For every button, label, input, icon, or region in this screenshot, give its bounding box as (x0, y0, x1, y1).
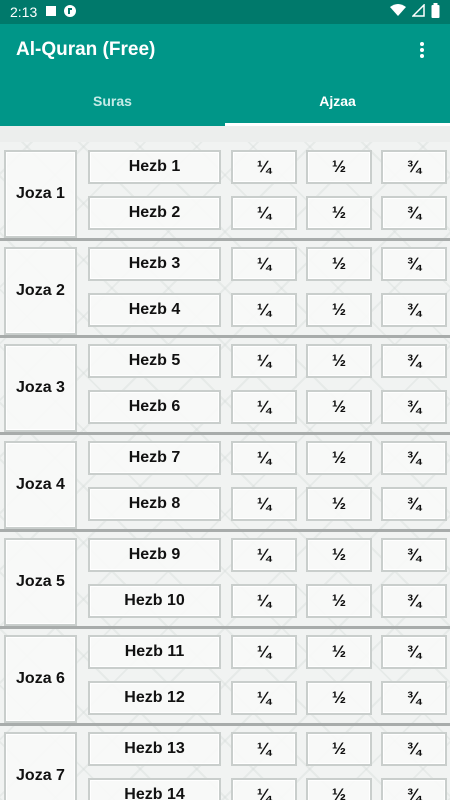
juz-button[interactable]: Joza 3 (4, 344, 77, 432)
hezb-button[interactable]: Hezb 6 (88, 390, 221, 424)
hezb-button[interactable]: Hezb 12 (88, 681, 221, 715)
app-bar: Al-Quran (Free) (0, 24, 450, 76)
hezb-button[interactable]: Hezb 1 (88, 150, 221, 184)
three-quarter-button[interactable]: ¾ (381, 681, 447, 715)
quarter-button[interactable]: ¼ (231, 441, 297, 475)
juz-button[interactable]: Joza 2 (4, 247, 77, 335)
three-quarter-button[interactable]: ¾ (381, 150, 447, 184)
tab-bar: Suras Ajzaa (0, 76, 450, 126)
quarter-button[interactable]: ¼ (231, 732, 297, 766)
half-button[interactable]: ½ (306, 584, 372, 618)
juz-block: Joza 4 Hezb 7 ¼ ½ ¾ Hezb 8 ¼ ½ ¾ (0, 435, 450, 529)
half-button[interactable]: ½ (306, 247, 372, 281)
juz-block: Joza 5 Hezb 9 ¼ ½ ¾ Hezb 10 ¼ ½ ¾ (0, 532, 450, 626)
quarter-button[interactable]: ¼ (231, 635, 297, 669)
hezb-button[interactable]: Hezb 13 (88, 732, 221, 766)
three-quarter-button[interactable]: ¾ (381, 196, 447, 230)
half-button[interactable]: ½ (306, 196, 372, 230)
half-button[interactable]: ½ (306, 635, 372, 669)
quarter-button[interactable]: ¼ (231, 584, 297, 618)
quarter-button[interactable]: ¼ (231, 778, 297, 800)
three-quarter-button[interactable]: ¾ (381, 538, 447, 572)
overflow-menu-icon[interactable] (410, 38, 434, 62)
juz-block: Joza 6 Hezb 11 ¼ ½ ¾ Hezb 12 ¼ ½ ¾ (0, 629, 450, 723)
status-time: 2:13 (10, 4, 38, 20)
juz-button[interactable]: Joza 1 (4, 150, 77, 238)
quarter-button[interactable]: ¼ (231, 293, 297, 327)
hezb-button[interactable]: Hezb 4 (88, 293, 221, 327)
hezb-button[interactable]: Hezb 3 (88, 247, 221, 281)
tab-suras[interactable]: Suras (0, 76, 225, 126)
hezb-button[interactable]: Hezb 8 (88, 487, 221, 521)
juz-button[interactable]: Joza 5 (4, 538, 77, 626)
hezb-button[interactable]: Hezb 2 (88, 196, 221, 230)
tab-ajzaa[interactable]: Ajzaa (225, 76, 450, 126)
juz-button[interactable]: Joza 6 (4, 635, 77, 723)
app-notification-icon (63, 4, 77, 21)
three-quarter-button[interactable]: ¾ (381, 635, 447, 669)
three-quarter-button[interactable]: ¾ (381, 344, 447, 378)
half-button[interactable]: ½ (306, 150, 372, 184)
hezb-button[interactable]: Hezb 14 (88, 778, 221, 800)
signal-icon (411, 3, 425, 20)
quarter-button[interactable]: ¼ (231, 247, 297, 281)
three-quarter-button[interactable]: ¾ (381, 293, 447, 327)
hezb-button[interactable]: Hezb 7 (88, 441, 221, 475)
notification-square-icon (45, 4, 57, 20)
quarter-button[interactable]: ¼ (231, 487, 297, 521)
half-button[interactable]: ½ (306, 732, 372, 766)
three-quarter-button[interactable]: ¾ (381, 390, 447, 424)
half-button[interactable]: ½ (306, 344, 372, 378)
half-button[interactable]: ½ (306, 441, 372, 475)
quarter-button[interactable]: ¼ (231, 681, 297, 715)
three-quarter-button[interactable]: ¾ (381, 487, 447, 521)
half-button[interactable]: ½ (306, 538, 372, 572)
ajzaa-list: Joza 1 Hezb 1 ¼ ½ ¾ Hezb 2 ¼ ½ ¾ Joza 2 … (0, 142, 450, 800)
three-quarter-button[interactable]: ¾ (381, 778, 447, 800)
hezb-button[interactable]: Hezb 9 (88, 538, 221, 572)
battery-icon (431, 3, 440, 21)
quarter-button[interactable]: ¼ (231, 344, 297, 378)
quarter-button[interactable]: ¼ (231, 196, 297, 230)
half-button[interactable]: ½ (306, 390, 372, 424)
half-button[interactable]: ½ (306, 293, 372, 327)
three-quarter-button[interactable]: ¾ (381, 732, 447, 766)
half-button[interactable]: ½ (306, 681, 372, 715)
app-title: Al-Quran (Free) (16, 39, 156, 60)
wifi-icon (390, 4, 406, 20)
juz-block: Joza 2 Hezb 3 ¼ ½ ¾ Hezb 4 ¼ ½ ¾ (0, 241, 450, 335)
three-quarter-button[interactable]: ¾ (381, 584, 447, 618)
half-button[interactable]: ½ (306, 778, 372, 800)
hezb-button[interactable]: Hezb 5 (88, 344, 221, 378)
status-bar: 2:13 (0, 0, 450, 24)
juz-block: Joza 7 Hezb 13 ¼ ½ ¾ Hezb 14 ¼ ½ ¾ (0, 726, 450, 800)
three-quarter-button[interactable]: ¾ (381, 247, 447, 281)
juz-button[interactable]: Joza 4 (4, 441, 77, 529)
hezb-button[interactable]: Hezb 10 (88, 584, 221, 618)
hezb-button[interactable]: Hezb 11 (88, 635, 221, 669)
juz-block: Joza 3 Hezb 5 ¼ ½ ¾ Hezb 6 ¼ ½ ¾ (0, 338, 450, 432)
juz-button[interactable]: Joza 7 (4, 732, 77, 800)
juz-block: Joza 1 Hezb 1 ¼ ½ ¾ Hezb 2 ¼ ½ ¾ (0, 144, 450, 238)
three-quarter-button[interactable]: ¾ (381, 441, 447, 475)
quarter-button[interactable]: ¼ (231, 538, 297, 572)
half-button[interactable]: ½ (306, 487, 372, 521)
quarter-button[interactable]: ¼ (231, 390, 297, 424)
quarter-button[interactable]: ¼ (231, 150, 297, 184)
